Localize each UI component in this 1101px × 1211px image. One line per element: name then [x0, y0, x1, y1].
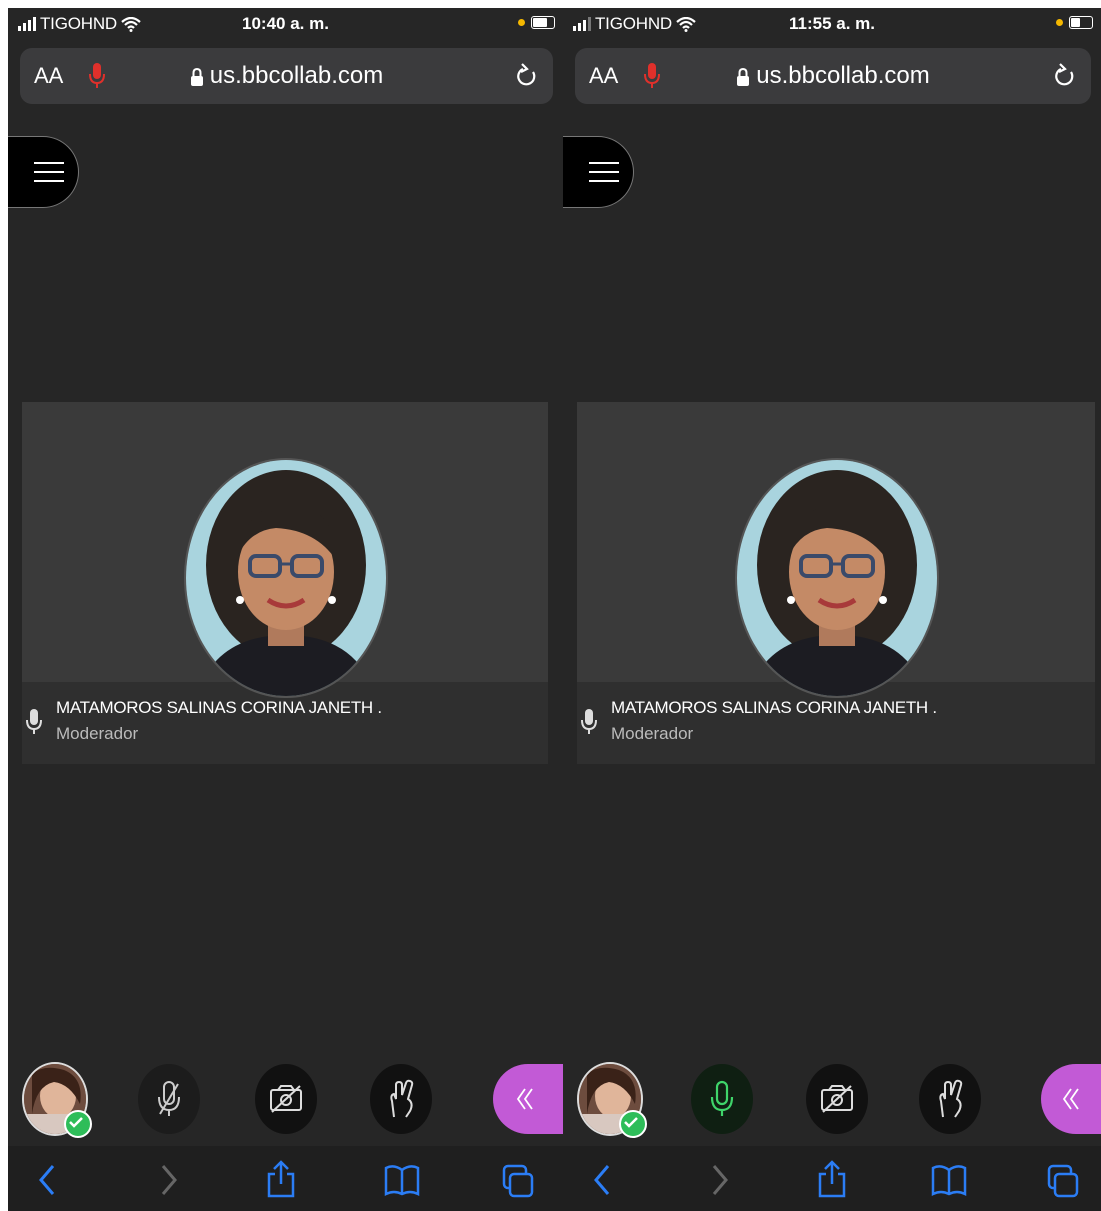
- forward-icon[interactable]: [160, 1164, 178, 1196]
- raise-hand-icon: [390, 1079, 414, 1118]
- microphone-icon: [581, 709, 597, 734]
- raise-hand-button[interactable]: [919, 1064, 981, 1134]
- raise-hand-icon: [939, 1079, 963, 1118]
- chevron-left-double-icon: [1062, 1088, 1079, 1110]
- participant-tile[interactable]: MATAMOROS SALINAS CORINA JANETH . Modera…: [577, 402, 1095, 764]
- lock-icon: [737, 67, 750, 86]
- lock-icon: [190, 67, 203, 86]
- url-text: us.bbcollab.com: [756, 62, 930, 89]
- status-time: 10:40 a. m.: [242, 14, 329, 33]
- camera-off-icon: [821, 1085, 853, 1113]
- menu-button[interactable]: [8, 136, 79, 208]
- tabs-icon[interactable]: [502, 1164, 534, 1198]
- camera-toggle-button[interactable]: [806, 1064, 868, 1134]
- status-bar: TIGOHND 10:40 a. m.: [8, 8, 563, 42]
- menu-button[interactable]: [563, 136, 634, 208]
- participant-role: Moderador: [56, 724, 139, 743]
- back-icon[interactable]: [38, 1164, 56, 1196]
- phone-screen-right: TIGOHND 11:55 a. m. AA us.bbcollab.com M…: [563, 8, 1101, 1211]
- share-icon[interactable]: [266, 1160, 296, 1198]
- microphone-toggle-button[interactable]: [691, 1064, 753, 1134]
- reload-icon[interactable]: [1053, 62, 1077, 90]
- url-display[interactable]: us.bbcollab.com: [575, 62, 1091, 90]
- url-display[interactable]: us.bbcollab.com: [20, 62, 553, 90]
- session-controls: [563, 1056, 1101, 1146]
- microphone-active-icon: [710, 1080, 734, 1116]
- participant-avatar: [184, 458, 388, 698]
- participant-avatar: [735, 458, 939, 698]
- browser-address-bar[interactable]: AA us.bbcollab.com: [20, 48, 553, 104]
- microphone-icon: [26, 709, 42, 734]
- status-bar: TIGOHND 11:55 a. m.: [563, 8, 1101, 42]
- safari-toolbar: [563, 1146, 1101, 1211]
- participant-tile[interactable]: MATAMOROS SALINAS CORINA JANETH . Modera…: [22, 402, 548, 764]
- battery-icon: [531, 16, 555, 29]
- session-controls: [8, 1056, 563, 1146]
- success-check-icon: [64, 1110, 92, 1138]
- bookmarks-icon[interactable]: [384, 1164, 420, 1196]
- camera-toggle-button[interactable]: [255, 1064, 317, 1134]
- mic-in-use-dot: [518, 19, 525, 26]
- tabs-icon[interactable]: [1047, 1164, 1079, 1198]
- back-icon[interactable]: [593, 1164, 611, 1196]
- status-time: 11:55 a. m.: [788, 14, 875, 33]
- reload-icon[interactable]: [515, 62, 539, 90]
- battery-icon: [1069, 16, 1093, 29]
- camera-off-icon: [270, 1085, 302, 1113]
- success-check-icon: [619, 1110, 647, 1138]
- url-text: us.bbcollab.com: [209, 62, 384, 89]
- participant-name: MATAMOROS SALINAS CORINA JANETH .: [611, 698, 937, 717]
- status-right: [518, 16, 555, 29]
- phone-screen-left: TIGOHND 10:40 a. m. AA us.bbcollab.com M…: [8, 8, 563, 1211]
- collaborate-panel-toggle[interactable]: [493, 1064, 563, 1134]
- mic-in-use-dot: [1056, 19, 1063, 26]
- safari-toolbar: [8, 1146, 563, 1211]
- microphone-off-icon: [158, 1081, 180, 1116]
- collaborate-panel-toggle[interactable]: [1041, 1064, 1101, 1134]
- raise-hand-button[interactable]: [370, 1064, 432, 1134]
- participant-name: MATAMOROS SALINAS CORINA JANETH .: [56, 698, 382, 717]
- bookmarks-icon[interactable]: [931, 1164, 967, 1196]
- browser-address-bar[interactable]: AA us.bbcollab.com: [575, 48, 1091, 104]
- chevron-left-double-icon: [516, 1088, 533, 1110]
- participant-role: Moderador: [611, 724, 694, 743]
- share-icon[interactable]: [817, 1160, 847, 1198]
- status-right: [1056, 16, 1093, 29]
- forward-icon[interactable]: [711, 1164, 729, 1196]
- microphone-toggle-button[interactable]: [138, 1064, 200, 1134]
